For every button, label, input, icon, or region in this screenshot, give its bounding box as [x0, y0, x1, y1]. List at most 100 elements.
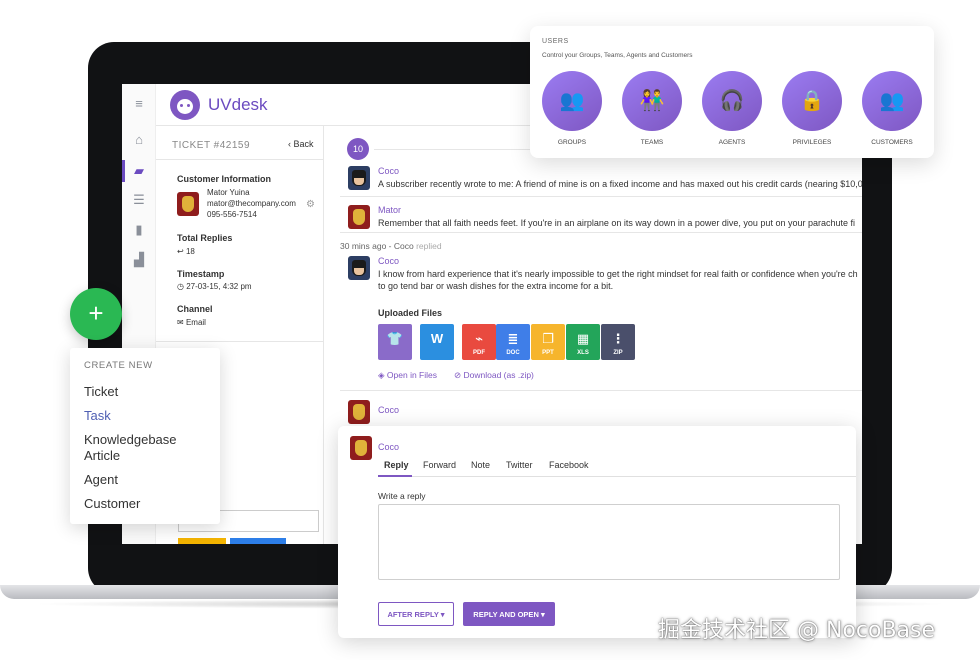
- write-reply-label: Write a reply: [378, 491, 426, 501]
- uvdesk-logo-icon: [170, 90, 200, 120]
- message-author[interactable]: Coco: [378, 256, 399, 266]
- menu-icon[interactable]: ≡: [131, 96, 147, 112]
- channel-value: ✉ Email: [177, 318, 206, 327]
- caret-down-icon: ▾: [440, 609, 445, 619]
- users-item-label: TEAMS: [640, 139, 664, 146]
- ticket-number: TICKET #42159: [172, 140, 251, 151]
- reply-meta: 30 mins ago - Coco replied: [340, 241, 442, 251]
- customer-phone: 095-556-7514: [207, 210, 257, 219]
- web-file-attachment[interactable]: W: [420, 324, 454, 360]
- tab-twitter[interactable]: Twitter: [506, 460, 533, 470]
- create-menu-title: CREATE NEW: [84, 360, 153, 371]
- caret-down-icon: ▾: [540, 609, 545, 619]
- users-teams[interactable]: 👫 TEAMS: [622, 71, 682, 146]
- timestamp-label: Timestamp: [177, 269, 225, 279]
- create-customer[interactable]: Customer: [84, 496, 214, 512]
- users-groups[interactable]: 👥 GROUPS: [542, 71, 602, 146]
- timestamp-text: 27-03-15, 4:32 pm: [186, 282, 252, 291]
- message-text: A subscriber recently wrote to me: A fri…: [378, 179, 862, 189]
- total-replies-count: 18: [185, 247, 195, 256]
- back-link[interactable]: ‹ Back: [288, 139, 314, 149]
- create-new-menu: CREATE NEW Ticket Task Knowledgebase Art…: [70, 348, 220, 524]
- create-agent[interactable]: Agent: [84, 472, 214, 488]
- coco-avatar: [348, 166, 370, 190]
- divider: [378, 476, 856, 477]
- tab-note[interactable]: Note: [471, 460, 490, 470]
- after-reply-button[interactable]: AFTER REPLY ▾: [378, 602, 454, 626]
- download-zip-label: Download (as .zip): [463, 370, 534, 380]
- divider: [340, 390, 862, 391]
- thread-count-badge[interactable]: 10: [347, 138, 369, 160]
- divider: [340, 196, 862, 197]
- uploaded-files-label: Uploaded Files: [378, 308, 443, 318]
- tab-facebook[interactable]: Facebook: [549, 460, 589, 470]
- channel-text: Email: [185, 318, 206, 327]
- reply-arrow-icon: ↩: [177, 247, 184, 256]
- back-label: Back: [293, 139, 314, 149]
- doc-attachment[interactable]: ≣ DOC: [496, 324, 530, 360]
- meta-action: replied: [416, 241, 442, 251]
- clock-icon: ◷: [177, 282, 184, 291]
- open-in-files-link[interactable]: ◈ Open in Files: [378, 370, 437, 381]
- pdf-file-icon: ⌁: [475, 331, 483, 346]
- customer-avatar: [177, 192, 199, 216]
- reply-and-open-label: REPLY AND OPEN: [473, 609, 539, 619]
- layers-icon: ◈: [378, 370, 385, 380]
- divider: [156, 159, 324, 160]
- after-reply-label: AFTER REPLY: [387, 609, 439, 619]
- list-icon[interactable]: ☰: [131, 192, 147, 208]
- create-knowledgebase-article[interactable]: Knowledgebase Article: [84, 432, 184, 464]
- tab-forward[interactable]: Forward: [423, 460, 456, 470]
- users-subtitle: Control your Groups, Teams, Agents and C…: [542, 52, 693, 59]
- headset-icon: 🎧: [702, 71, 762, 131]
- reply-avatar: [350, 436, 372, 460]
- users-item-label: GROUPS: [557, 139, 587, 146]
- zip-attachment[interactable]: ⋮ ZIP: [601, 324, 635, 360]
- message-author[interactable]: Mator: [378, 205, 401, 215]
- message-author[interactable]: Coco: [378, 166, 399, 176]
- create-task[interactable]: Task: [84, 408, 214, 424]
- ppt-attachment[interactable]: ❐ PPT: [531, 324, 565, 360]
- reply-author: Coco: [378, 442, 400, 452]
- xls-attachment[interactable]: ▦ XLS: [566, 324, 600, 360]
- total-replies-label: Total Replies: [177, 233, 233, 243]
- users-customers[interactable]: 👥 CUSTOMERS: [862, 71, 922, 146]
- reply-panel: Coco Reply Forward Note Twitter Facebook…: [338, 426, 856, 638]
- xls-file-icon: ▦: [576, 331, 590, 346]
- customers-icon: 👥: [862, 71, 922, 131]
- image-attachment[interactable]: 👕: [378, 324, 412, 360]
- users-privileges[interactable]: 🔒 PRIVILEGES: [782, 71, 842, 146]
- sidebar-button-yellow[interactable]: [178, 538, 226, 544]
- timestamp-value: ◷ 27-03-15, 4:32 pm: [177, 282, 252, 291]
- tickets-icon[interactable]: ▰: [131, 163, 147, 179]
- shirt-image-icon: 👕: [386, 331, 404, 346]
- email-icon: ✉: [177, 318, 184, 327]
- tab-reply[interactable]: Reply: [384, 460, 409, 470]
- ppt-file-icon: ❐: [542, 331, 554, 346]
- open-in-files-label: Open in Files: [386, 370, 438, 380]
- coco-avatar: [348, 256, 370, 280]
- create-ticket[interactable]: Ticket: [84, 384, 214, 400]
- groups-icon: 👥: [542, 71, 602, 131]
- users-item-label: PRIVILEGES: [792, 139, 832, 146]
- pdf-attachment[interactable]: ⌁ PDF: [462, 324, 496, 360]
- watermark: 掘金技术社区 @ NocoBase: [658, 618, 936, 643]
- rail-active-indicator: [122, 160, 125, 182]
- mator-avatar: [348, 205, 370, 229]
- customer-email: mator@thecompany.com: [207, 199, 296, 208]
- users-card: USERS Control your Groups, Teams, Agents…: [530, 26, 934, 158]
- reply-textarea[interactable]: [378, 504, 840, 580]
- reports-icon[interactable]: ▟: [131, 252, 147, 268]
- sidebar-button-blue[interactable]: [230, 538, 286, 544]
- home-icon[interactable]: ⌂: [131, 132, 147, 148]
- divider: [340, 232, 862, 233]
- message-author[interactable]: Coco: [378, 405, 399, 415]
- gear-icon[interactable]: ⚙: [306, 199, 315, 210]
- users-agents[interactable]: 🎧 AGENTS: [702, 71, 762, 146]
- reply-and-open-button[interactable]: REPLY AND OPEN ▾: [463, 602, 555, 626]
- create-new-fab[interactable]: +: [70, 288, 122, 340]
- knowledgebase-icon[interactable]: ▮: [131, 222, 147, 238]
- download-zip-link[interactable]: ⊘ Download (as .zip): [454, 370, 534, 381]
- users-item-label: CUSTOMERS: [871, 139, 913, 146]
- message-text: Remember that all faith needs feet. If y…: [378, 218, 855, 228]
